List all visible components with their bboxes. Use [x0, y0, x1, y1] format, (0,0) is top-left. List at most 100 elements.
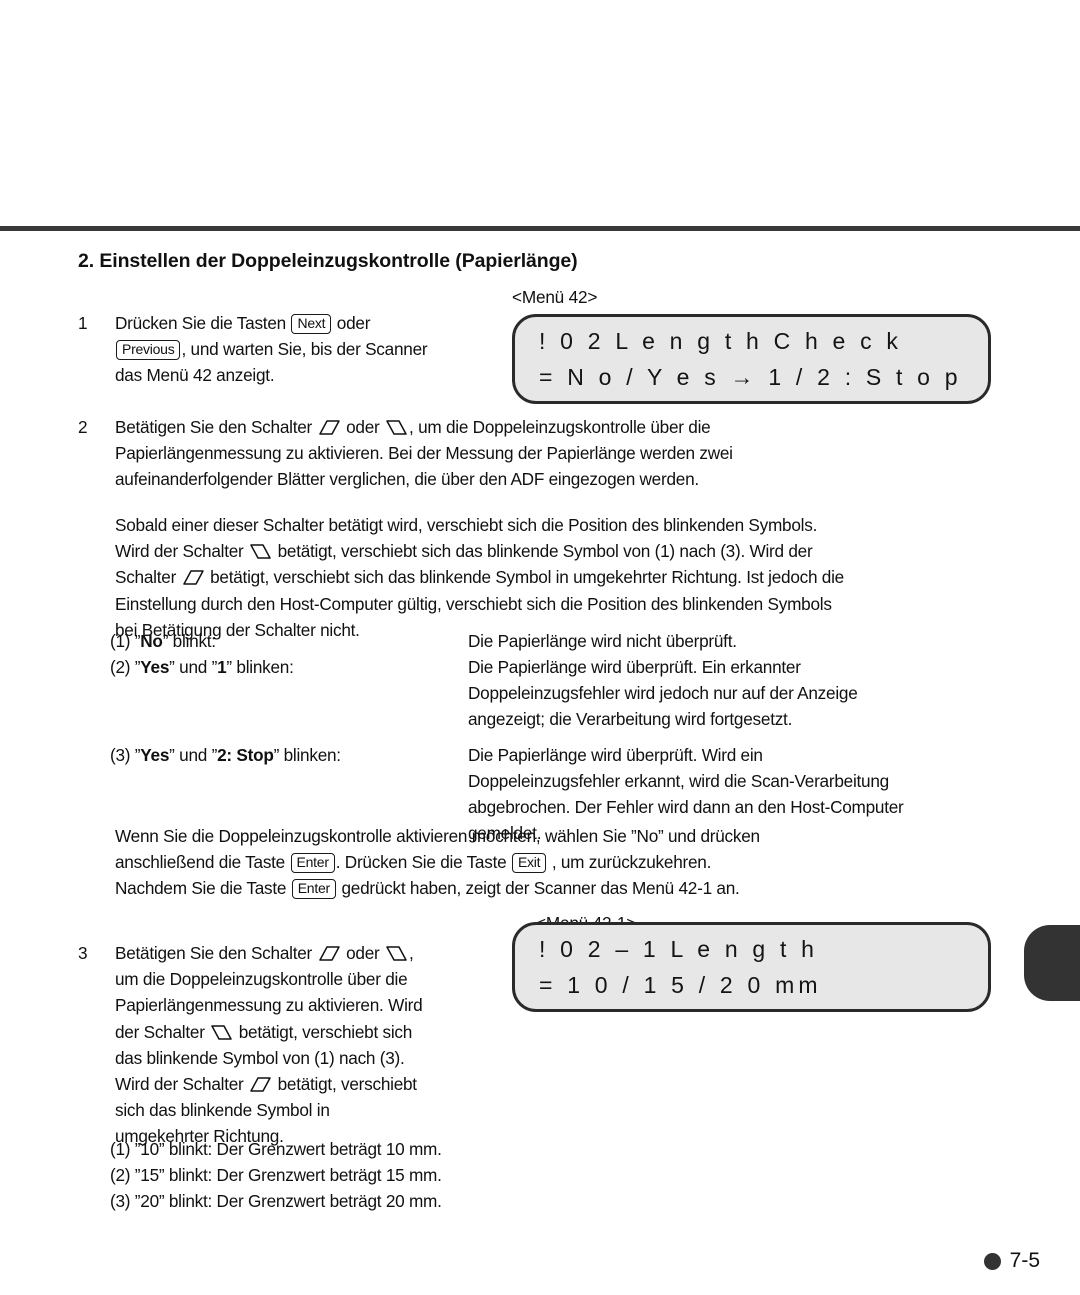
blink-option-3-description-line-3: abgebrochen. Der Fehler wird dann an den… — [468, 797, 904, 817]
step-3-line-1-a: Betätigen Sie den Schalter — [115, 943, 317, 963]
list-item: (3) ”Yes” und ”2: Stop” blinken: Die Pap… — [110, 742, 1020, 768]
diamond-switch-left-icon — [318, 946, 340, 961]
step-2-line-2: Papierlängenmessung zu aktivieren. Bei d… — [115, 443, 733, 464]
step-2-text: Betätigen Sie den Schalter oder , um die… — [115, 414, 1020, 493]
blink-option-1-keyword: No — [140, 631, 163, 651]
step-2-line-3: aufeinanderfolgender Blätter verglichen,… — [115, 469, 699, 490]
page-thumb-tab-icon — [1024, 925, 1080, 1001]
blink-option-2-mid: ” und ” — [169, 657, 218, 677]
list-item-continuation: Doppeleinzugsfehler erkannt, wird die Sc… — [110, 768, 1020, 794]
lcd-menu-42-line-2: = N o / Y e s → 1 / 2 : S t o p — [539, 364, 962, 390]
step-1-text: Drücken Sie die Tasten Next oder Previou… — [115, 310, 505, 389]
step-1-line-3: das Menü 42 anzeigt. — [115, 365, 275, 386]
exit-button[interactable]: Exit — [511, 852, 547, 873]
diamond-switch-left-icon — [182, 570, 204, 586]
list-item: (2) ”Yes” und ”1” blinken: Die Papierlän… — [110, 654, 1020, 680]
blink-option-3-keyword-2: 2: Stop — [217, 745, 274, 765]
blink-option-1-description-line-1: Die Papierlänge wird nicht überprüft. — [468, 631, 737, 651]
list-item-continuation: abgebrochen. Der Fehler wird dann an den… — [110, 794, 1020, 820]
blink-option-3-mid: ” und ” — [169, 745, 218, 765]
blink-option-2-prefix: (2) ” — [110, 657, 141, 677]
list-item: (2) ”15” blinkt: Der Grenzwert beträgt 1… — [110, 1165, 442, 1186]
step-3-text: Betätigen Sie den Schalter oder , um die… — [115, 940, 515, 1150]
blink-behaviour-line-4: Einstellung durch den Host-Computer gült… — [115, 593, 832, 614]
blink-option-2-description-line-1: Die Papierlänge wird überprüft. Ein erka… — [468, 657, 801, 677]
blink-option-3-suffix: ” blinken: — [273, 745, 342, 765]
step-1-line-2-text: , und warten Sie, bis der Scanner — [181, 339, 428, 360]
enter-exit-paragraph: Wenn Sie die Doppeleinzugskontrolle akti… — [115, 823, 1020, 902]
blink-behaviour-line-3: Schalter betätigt, verschiebt sich das b… — [115, 564, 1020, 590]
blink-option-3-label: (3) ”Yes” und ”2: Stop” blinken: — [110, 742, 341, 768]
manual-page: 2. Einstellen der Doppeleinzugskontrolle… — [0, 0, 1080, 1295]
lcd-menu-42-line-1: ! 0 2 L e n g t h C h e c k — [539, 328, 903, 354]
step-3-line-6-b: betätigt, verschiebt — [273, 1074, 418, 1095]
list-item: (1) ”No” blinkt: Die Papierlänge wird ni… — [110, 628, 1020, 654]
enter-exit-line-2: anschließend die Taste Enter. Drücken Si… — [115, 849, 1020, 875]
step-3-line-8: umgekehrter Richtung. — [115, 1126, 284, 1147]
step-3-number: 3 — [78, 943, 88, 963]
step-1-number: 1 — [78, 313, 88, 333]
diamond-switch-left-icon — [318, 420, 340, 435]
footer-bullet-icon — [983, 1252, 1001, 1270]
step-1-line-1-suffix: oder — [332, 313, 371, 333]
blink-behaviour-line-1: Sobald einer dieser Schalter betätigt wi… — [115, 515, 818, 535]
blink-option-2-keyword-2: 1 — [217, 657, 227, 677]
lcd-menu-42-1-line-2: = 1 0 / 1 5 / 2 0 mm — [539, 972, 822, 998]
next-button[interactable]: Next — [291, 313, 332, 334]
step-3-line-4-a: der Schalter — [115, 1021, 210, 1042]
blink-option-1-suffix: ” blinkt: — [162, 631, 216, 651]
previous-button[interactable]: Previous — [116, 339, 181, 360]
list-item-continuation: Doppeleinzugsfehler wird jedoch nur auf … — [110, 680, 1020, 706]
step-3-line-1-b: oder — [341, 943, 385, 963]
step-3-line-6-a: Wird der Schalter — [115, 1074, 249, 1095]
blink-option-2-description-line-2: Doppeleinzugsfehler wird jedoch nur auf … — [468, 683, 858, 703]
page-number: 7-5 — [1009, 1249, 1040, 1272]
step-3-line-5: das blinkende Symbol von (1) nach (3). — [115, 1047, 405, 1068]
step-1-line-1-prefix: Drücken Sie die Tasten — [115, 313, 291, 333]
enter-exit-line-3-b: gedrückt haben, zeigt der Scanner das Me… — [336, 878, 740, 899]
diamond-switch-right-icon — [386, 946, 407, 961]
step-3-line-2: um die Doppeleinzugskontrolle über die — [115, 969, 408, 990]
diamond-switch-right-icon — [211, 1024, 232, 1040]
blink-behaviour-paragraph: Sobald einer dieser Schalter betätigt wi… — [115, 512, 1020, 643]
enter-exit-line-2-b: . Drücken Sie die Taste — [335, 852, 511, 873]
list-item-continuation: angezeigt; die Verarbeitung wird fortges… — [110, 706, 1020, 732]
enter-button[interactable]: Enter — [290, 852, 335, 873]
blink-options-menu-42-list: (1) ”No” blinkt: Die Papierlänge wird ni… — [110, 628, 1020, 846]
step-3-line-7: sich das blinkende Symbol in — [115, 1100, 330, 1121]
blink-option-1-label: (1) ”No” blinkt: — [110, 628, 216, 654]
blink-option-2-label: (2) ”Yes” und ”1” blinken: — [110, 654, 294, 680]
diamond-switch-right-icon — [386, 420, 407, 435]
blink-option-2-description-line-3: angezeigt; die Verarbeitung wird fortges… — [468, 709, 793, 729]
lcd-caption-menu-42: <Menü 42> — [512, 287, 598, 307]
diamond-switch-left-icon — [250, 1077, 271, 1092]
step-3-line-1: Betätigen Sie den Schalter oder , — [115, 940, 515, 966]
blink-behaviour-line-2-a: Wird der Schalter — [115, 541, 249, 562]
step-2-line-1-b: oder — [341, 417, 385, 437]
blink-option-2-keyword: Yes — [140, 657, 170, 677]
blink-behaviour-line-2: Wird der Schalter betätigt, verschiebt s… — [115, 538, 1020, 564]
blink-behaviour-line-3-a: Schalter — [115, 567, 181, 588]
diamond-switch-right-icon — [250, 544, 271, 559]
step-2-line-1-a: Betätigen Sie den Schalter — [115, 417, 317, 437]
blink-option-1-prefix: (1) ” — [110, 631, 141, 651]
list-item: (3) ”20” blinkt: Der Grenzwert beträgt 2… — [110, 1191, 442, 1212]
step-3-line-4-b: betätigt, verschiebt sich — [234, 1021, 413, 1042]
step-1-line-1: Drücken Sie die Tasten Next oder — [115, 310, 505, 336]
step-3-line-4: der Schalter betätigt, verschiebt sich — [115, 1019, 515, 1045]
blink-option-3-prefix: (3) ” — [110, 745, 141, 765]
blink-option-3-description-line-2: Doppeleinzugsfehler erkannt, wird die Sc… — [468, 771, 889, 791]
blink-option-3-description-line-1: Die Papierlänge wird überprüft. Wird ein — [468, 745, 763, 765]
header-divider — [0, 226, 1080, 231]
enter-exit-line-1: Wenn Sie die Doppeleinzugskontrolle akti… — [115, 826, 760, 846]
lcd-panel-menu-42-1: ! 0 2 – 1 L e n g t h = 1 0 / 1 5 / 2 0 … — [512, 922, 991, 1012]
enter-exit-line-3-a: Nachdem Sie die Taste — [115, 878, 291, 899]
enter-button[interactable]: Enter — [291, 878, 336, 899]
enter-exit-line-2-a: anschließend die Taste — [115, 852, 290, 873]
step-2-number: 2 — [78, 417, 88, 437]
page-footer: 7-5 — [983, 1249, 1040, 1273]
enter-exit-line-3: Nachdem Sie die Taste Enter gedrückt hab… — [115, 875, 1020, 901]
blink-option-2-suffix: ” blinken: — [226, 657, 294, 677]
step-2-line-1-c: , um die Doppeleinzugskontrolle über die — [409, 417, 711, 437]
